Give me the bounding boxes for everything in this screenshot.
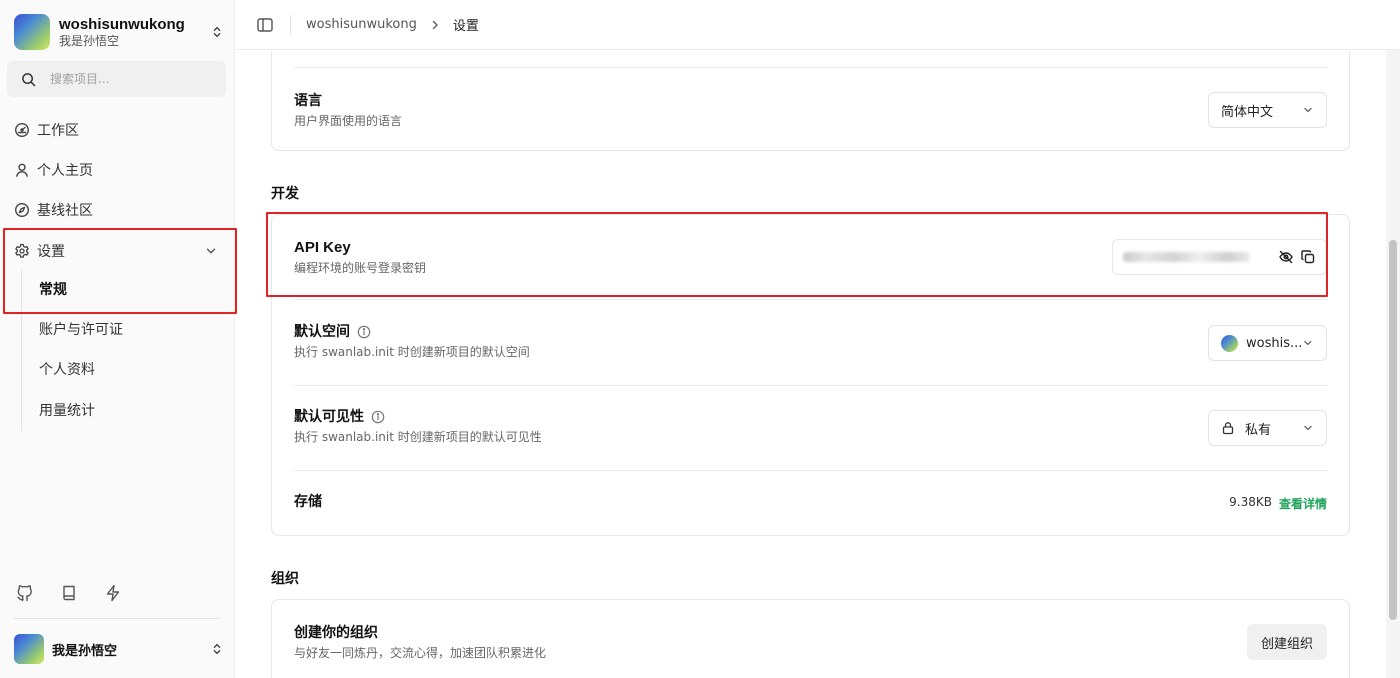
workspace-avatar — [14, 14, 50, 50]
default-space-desc: 执行 swanlab.init 时创建新项目的默认空间 — [294, 345, 530, 359]
default-space-value: woshis... — [1246, 335, 1303, 351]
top-header: woshisunwukong 设置 — [236, 0, 1400, 50]
row-divider — [294, 299, 1328, 300]
sidebar-toggle-icon[interactable] — [256, 16, 274, 34]
chevron-down-icon — [1304, 425, 1312, 431]
sidebar-subitem-general[interactable]: 常规 — [39, 279, 67, 301]
workspace-name: woshisunwukong — [59, 15, 185, 33]
info-icon[interactable] — [371, 410, 385, 424]
language-title: 语言 — [294, 93, 322, 109]
sidebar-item-label: 设置 — [37, 244, 65, 260]
storage-details-link[interactable]: 查看详情 — [1279, 495, 1327, 512]
api-key-field[interactable] — [1112, 239, 1327, 275]
eye-off-icon[interactable] — [1278, 249, 1294, 265]
sidebar-subitem-account-license[interactable]: 账户与许可证 — [39, 319, 123, 341]
compass-icon — [14, 202, 30, 218]
breadcrumb-current: 设置 — [452, 19, 479, 34]
create-org-button[interactable]: 创建组织 — [1246, 624, 1327, 660]
language-row: 语言 用户界面使用的语言 — [294, 92, 1328, 129]
sidebar-item-community[interactable]: 基线社区 — [14, 198, 93, 222]
avatar — [1221, 334, 1238, 352]
default-space-title: 默认空间 — [294, 323, 1328, 341]
default-visibility-row: 默认可见性 执行 swanlab.init 时创建新项目的默认可见性 — [294, 408, 1328, 445]
chevron-updown-icon — [213, 26, 221, 38]
default-visibility-desc: 执行 swanlab.init 时创建新项目的默认可见性 — [294, 430, 542, 444]
gear-icon — [15, 243, 29, 258]
language-select[interactable]: 简体中文 — [1208, 92, 1327, 128]
book-icon[interactable] — [60, 584, 78, 602]
chevron-down-icon — [1304, 107, 1312, 113]
main-scrollbar[interactable] — [1386, 50, 1400, 678]
default-visibility-select[interactable]: 私有 — [1208, 410, 1327, 446]
search-box[interactable] — [7, 61, 226, 97]
create-org-title: 创建你的组织 — [294, 625, 378, 641]
sidebar: woshisunwukong 我是孙悟空 工作区 个人主页 基线社区 设置 常规… — [0, 0, 235, 678]
scrollbar-thumb[interactable] — [1389, 240, 1397, 620]
user-icon — [16, 163, 28, 177]
sidebar-item-label: 基线社区 — [37, 203, 93, 219]
sidebar-item-profile[interactable]: 个人主页 — [14, 158, 93, 182]
sidebar-item-label: 个人主页 — [37, 163, 93, 179]
user-switcher[interactable]: 我是孙悟空 — [14, 634, 224, 664]
bolt-icon[interactable] — [104, 584, 122, 602]
row-divider — [294, 67, 1328, 68]
default-space-select[interactable]: woshis... — [1208, 325, 1327, 361]
create-org-desc: 与好友一同炼丹，交流心得，加速团队积累进化 — [294, 646, 547, 660]
chevron-updown-icon — [213, 643, 221, 655]
workspace-switcher[interactable]: woshisunwukong 我是孙悟空 — [14, 12, 224, 52]
sidebar-item-label: 工作区 — [37, 123, 79, 139]
default-visibility-value: 私有 — [1245, 422, 1272, 438]
lock-icon — [1222, 422, 1234, 435]
storage-value: 9.38KB — [1229, 495, 1272, 509]
settings-content: 语言 用户界面使用的语言 简体中文 开发 API Key 编程环境的账号登录密钥… — [236, 51, 1386, 678]
api-key-masked-value — [1123, 252, 1250, 262]
language-value: 简体中文 — [1221, 104, 1274, 120]
chevron-right-icon — [432, 20, 438, 29]
sidebar-subitem-usage[interactable]: 用量统计 — [39, 400, 95, 422]
search-icon — [22, 72, 36, 86]
dev-card: API Key 编程环境的账号登录密钥 默认空间 执行 swanlab.init… — [271, 214, 1350, 536]
sidebar-item-workspace[interactable]: 工作区 — [14, 118, 79, 142]
header-separator — [290, 14, 291, 35]
search-input[interactable] — [50, 72, 210, 86]
github-icon[interactable] — [16, 584, 34, 602]
breadcrumb-workspace[interactable]: woshisunwukong — [306, 17, 417, 32]
sidebar-footer-divider — [14, 618, 220, 619]
create-org-row: 创建你的组织 与好友一同炼丹，交流心得，加速团队积累进化 — [294, 624, 1328, 661]
default-space-label: 默认空间 — [294, 324, 350, 340]
org-card: 创建你的组织 与好友一同炼丹，交流心得，加速团队积累进化 创建组织 — [271, 599, 1350, 678]
user-name: 我是孙悟空 — [52, 643, 118, 659]
sidebar-subitem-profile[interactable]: 个人资料 — [39, 359, 95, 381]
sidebar-item-settings[interactable]: 设置 — [14, 239, 65, 263]
dashboard-icon — [14, 122, 30, 138]
storage-info: 9.38KB 查看详情 — [1229, 495, 1327, 512]
row-divider — [294, 470, 1328, 471]
language-desc: 用户界面使用的语言 — [294, 114, 403, 128]
default-visibility-label: 默认可见性 — [294, 409, 364, 425]
submenu-guide-line — [21, 270, 22, 431]
chevron-down-icon — [1304, 340, 1312, 346]
row-divider — [294, 385, 1328, 386]
avatar — [14, 634, 44, 664]
section-title-dev: 开发 — [271, 186, 299, 202]
section-title-org: 组织 — [271, 571, 299, 587]
general-card: 语言 用户界面使用的语言 简体中文 — [271, 51, 1350, 151]
info-icon[interactable] — [357, 325, 371, 339]
workspace-subtitle: 我是孙悟空 — [59, 33, 120, 48]
storage-row: 存储 — [294, 493, 1328, 511]
storage-title: 存储 — [294, 494, 322, 510]
default-visibility-title: 默认可见性 — [294, 408, 1328, 426]
chevron-down-icon[interactable] — [204, 244, 218, 258]
copy-icon[interactable] — [1300, 249, 1316, 265]
default-space-row: 默认空间 执行 swanlab.init 时创建新项目的默认空间 — [294, 323, 1328, 360]
